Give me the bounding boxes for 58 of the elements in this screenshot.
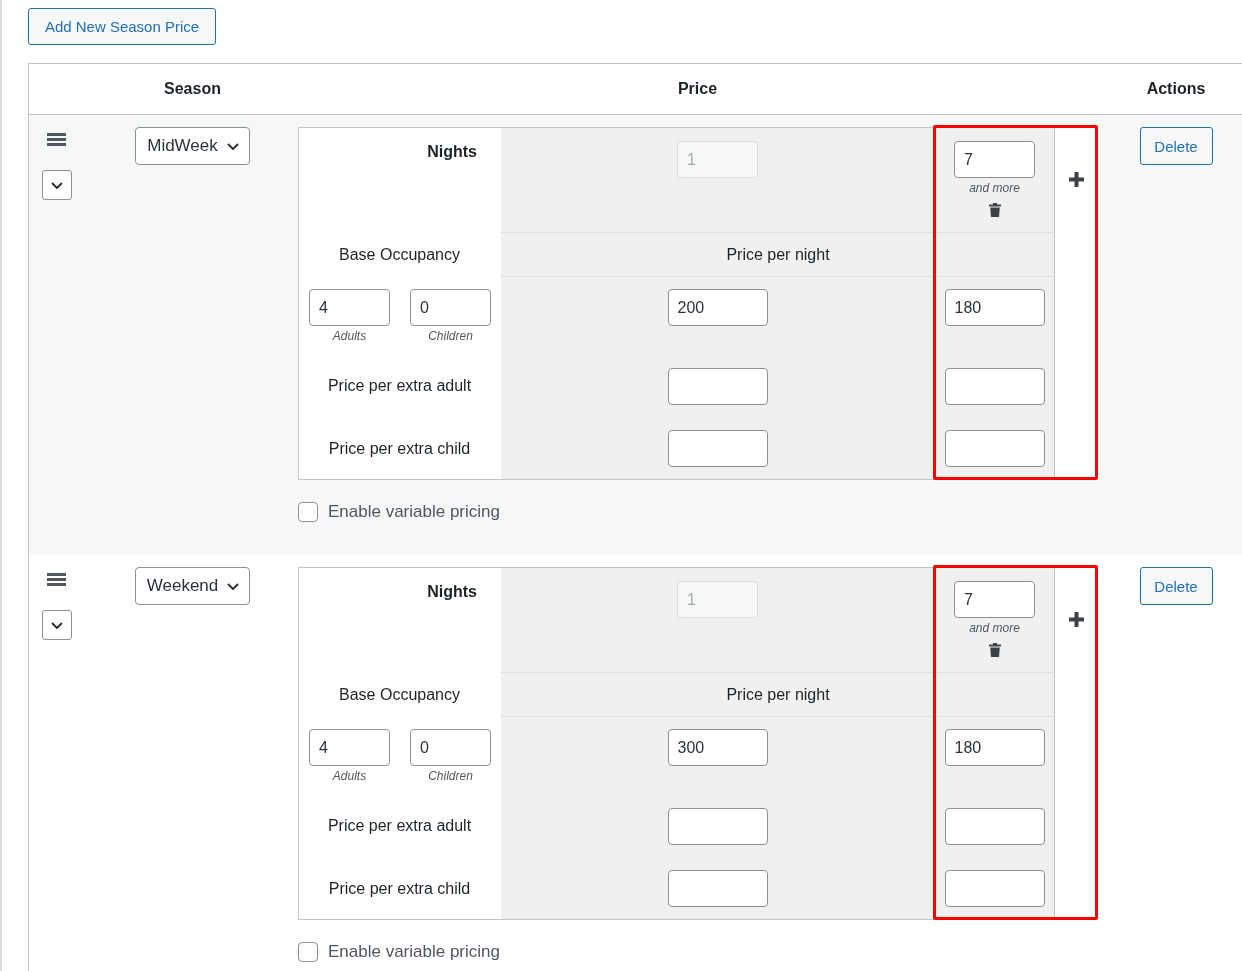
variable-pricing-checkbox[interactable] <box>298 942 318 962</box>
drag-handle-icon[interactable] <box>47 573 66 586</box>
extra-child-price-field[interactable] <box>944 430 1045 467</box>
nights-field[interactable]: 7 <box>954 581 1035 618</box>
extra-adult-price-field[interactable] <box>667 807 768 845</box>
nights-suffix: and more <box>969 181 1020 195</box>
extra-child-price-field[interactable] <box>944 870 1045 907</box>
nights-label: Nights <box>427 583 477 601</box>
nights-field[interactable]: 7 <box>954 141 1035 178</box>
chevron-down-icon <box>227 582 240 590</box>
column-header: Price per night <box>726 245 830 264</box>
extra-adult-price-field[interactable] <box>667 367 768 405</box>
drag-handle-icon[interactable] <box>47 133 66 146</box>
extra-child-price-field[interactable] <box>667 430 768 467</box>
extra-child-price-field[interactable] <box>667 870 768 907</box>
trash-icon[interactable] <box>988 643 1001 657</box>
base-occupancy-label: Base Occupancy <box>339 245 460 264</box>
field-caption: Adults <box>332 769 367 783</box>
delete-button[interactable]: Delete <box>1139 567 1213 605</box>
adults-field[interactable]: 4 <box>309 289 390 326</box>
adults-field[interactable]: 4 <box>309 729 390 766</box>
toggle-button[interactable] <box>42 610 72 640</box>
chevron-down-icon <box>51 181 63 189</box>
column-header: Price per night <box>726 685 830 704</box>
add-tier-button[interactable] <box>1069 612 1084 627</box>
delete-button[interactable]: Delete <box>1139 127 1213 165</box>
add-season-price-button[interactable]: Add New Season Price <box>28 8 216 45</box>
extra-adult-label: Price per extra adult <box>327 377 472 395</box>
extra-adult-price-field[interactable] <box>944 367 1045 405</box>
extra-adult-label: Price per extra adult <box>327 817 472 835</box>
checkbox-label: Enable variable pricing <box>328 502 500 522</box>
checkbox-label: Enable variable pricing <box>328 942 500 962</box>
plus-icon <box>1069 172 1084 187</box>
children-field[interactable]: 0 <box>410 729 491 766</box>
extra-child-label: Price per extra child <box>328 879 471 898</box>
chevron-down-icon <box>51 621 63 629</box>
column-header: Price <box>677 80 718 98</box>
extra-adult-price-field[interactable] <box>944 807 1045 845</box>
chevron-down-icon <box>226 142 239 150</box>
toggle-button[interactable] <box>42 170 72 200</box>
add-tier-button[interactable] <box>1069 172 1084 187</box>
children-field[interactable]: 0 <box>410 289 491 326</box>
extra-child-label: Price per extra child <box>328 439 471 458</box>
plus-icon <box>1069 612 1084 627</box>
nights-suffix: and more <box>969 621 1020 635</box>
field-caption: Children <box>428 769 473 783</box>
column-header: Actions <box>1146 80 1206 98</box>
variable-pricing-checkbox[interactable] <box>298 502 318 522</box>
field-caption: Children <box>428 329 473 343</box>
column-header: Season <box>164 80 221 98</box>
price-per-night-field[interactable]: 180 <box>944 289 1045 326</box>
season-select[interactable]: MidWeek <box>135 127 250 165</box>
season-select[interactable]: Weekend <box>134 567 251 605</box>
trash-icon[interactable] <box>988 203 1001 217</box>
price-per-night-field[interactable]: 180 <box>944 729 1045 766</box>
base-occupancy-label: Base Occupancy <box>339 685 460 704</box>
field-caption: Adults <box>332 329 367 343</box>
nights-label: Nights <box>427 143 477 161</box>
